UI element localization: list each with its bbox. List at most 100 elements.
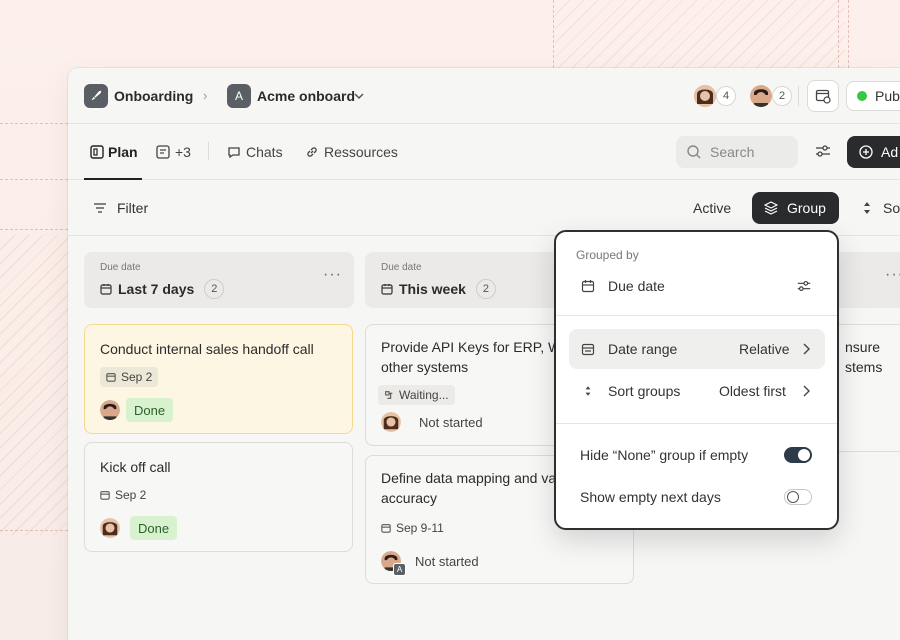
- task-title-line-2: stems: [845, 359, 883, 375]
- tab-label: +3: [175, 144, 191, 160]
- sort-groups-label: Sort groups: [608, 383, 681, 399]
- sort-icon: [585, 386, 591, 396]
- project-name[interactable]: Onboarding: [114, 88, 193, 104]
- task-title: Provide API Keys for ERP, W: [381, 339, 562, 355]
- tab-plan[interactable]: Plan: [90, 124, 138, 180]
- publish-button[interactable]: Pub: [846, 81, 900, 111]
- sort-button[interactable]: Sor: [862, 180, 900, 236]
- group-button[interactable]: Group: [752, 192, 839, 224]
- divider: [556, 423, 837, 424]
- status-badge[interactable]: Done: [126, 398, 174, 422]
- tabs-bar: Plan +3 Chats Ressources Search Ad: [68, 124, 900, 180]
- chevron-right-icon: [803, 343, 810, 355]
- date-range-value: Relative: [739, 341, 790, 357]
- tab-label: Plan: [108, 144, 138, 160]
- task-card[interactable]: Kick off call Sep 2 Done: [84, 442, 353, 552]
- settings-sliders-icon[interactable]: [814, 142, 832, 160]
- search-placeholder: Search: [710, 144, 755, 160]
- preview-button[interactable]: [807, 80, 839, 112]
- calendar-icon: [381, 284, 393, 295]
- status-dot: [857, 91, 867, 101]
- task-title: Define data mapping and val: [381, 470, 560, 486]
- guide-line: [0, 229, 68, 230]
- guide-line: [0, 179, 68, 180]
- plus-circle-icon: [859, 145, 873, 159]
- hide-none-toggle[interactable]: [784, 447, 812, 463]
- column-count: 2: [475, 279, 496, 299]
- avatar-count-badge: 2: [772, 86, 792, 106]
- search-input[interactable]: Search: [676, 136, 798, 168]
- guide-line: [553, 0, 554, 68]
- avatar: [381, 412, 401, 432]
- date-range-row[interactable]: Date range Relative: [556, 329, 837, 369]
- assignee-badge: A: [393, 563, 406, 576]
- column-sub-label: Due date: [381, 262, 422, 273]
- divider: [208, 142, 209, 160]
- calendar-icon: [581, 280, 595, 293]
- column-count: 2: [204, 279, 225, 299]
- show-empty-label: Show empty next days: [580, 489, 721, 505]
- tab-label: Ressources: [324, 144, 398, 160]
- column-title: This week 2: [381, 279, 496, 299]
- show-empty-toggle[interactable]: [784, 489, 812, 505]
- filter-label: Filter: [117, 200, 149, 216]
- publish-label: Pub: [875, 88, 900, 104]
- chevron-down-icon[interactable]: [354, 92, 364, 100]
- column-sub-label: Due date: [100, 262, 141, 273]
- filter-row: Filter Active Group Sor: [68, 180, 900, 236]
- avatar[interactable]: [750, 85, 772, 107]
- more-icon[interactable]: ···: [323, 266, 342, 284]
- guide-line: [848, 0, 849, 68]
- filter-button[interactable]: Filter: [92, 180, 148, 236]
- browser-icon: [815, 89, 831, 104]
- avatar-count-badge: 4: [716, 86, 736, 106]
- grouped-by-select[interactable]: Due date: [556, 274, 837, 298]
- more-icon[interactable]: ···: [885, 266, 900, 284]
- task-title: Kick off call: [100, 459, 171, 475]
- due-date-chip: Sep 2: [100, 367, 159, 387]
- task-card[interactable]: Conduct internal sales handoff call Sep …: [84, 324, 353, 434]
- tab-more[interactable]: +3: [156, 124, 191, 180]
- tab-label: Chats: [246, 144, 283, 160]
- task-title-line-2: other systems: [381, 359, 469, 375]
- hide-none-label: Hide “None” group if empty: [580, 447, 749, 463]
- filter-icon: [94, 203, 106, 213]
- workspace-avatar[interactable]: A: [227, 84, 251, 108]
- breadcrumb-chevron-icon: ›: [203, 88, 208, 103]
- task-title: Conduct internal sales handoff call: [100, 341, 314, 357]
- sort-icon: [864, 202, 870, 214]
- link-icon: [307, 147, 317, 157]
- avatar[interactable]: [694, 85, 716, 107]
- guide-line: [0, 123, 68, 124]
- grouped-by-label: Grouped by: [576, 248, 639, 262]
- task-title-line-2: accuracy: [381, 490, 438, 506]
- status-badge[interactable]: Done: [130, 516, 178, 540]
- calendar-icon: [381, 524, 391, 533]
- sort-label: Sor: [883, 200, 900, 216]
- tab-chats[interactable]: Chats: [227, 124, 283, 180]
- due-date-chip: Sep 9-11: [381, 518, 450, 538]
- calendar-icon: [100, 491, 110, 500]
- top-bar: Onboarding › A Acme onboard 4 2 Pub: [68, 68, 900, 124]
- hide-none-row: Hide “None” group if empty: [556, 444, 837, 466]
- calendar-range-icon: [581, 343, 595, 356]
- settings-sliders-icon[interactable]: [796, 278, 812, 294]
- sort-groups-row[interactable]: Sort groups Oldest first: [556, 371, 837, 411]
- active-toggle[interactable]: Active: [693, 200, 731, 216]
- calendar-icon: [100, 284, 112, 295]
- workspace-name[interactable]: Acme onboard: [257, 88, 355, 104]
- status-badge[interactable]: Not started: [415, 549, 487, 573]
- column-title: Last 7 days 2: [100, 279, 225, 299]
- waiting-tag: Waiting...: [378, 385, 455, 405]
- status-badge[interactable]: Not started: [419, 410, 491, 434]
- group-popover: Grouped by Due date Date range Relative …: [554, 230, 839, 530]
- task-title: nsure: [845, 339, 881, 355]
- rocket-icon[interactable]: [84, 84, 108, 108]
- background-hatch-left: [0, 235, 70, 535]
- guide-line: [0, 530, 68, 531]
- tab-resources[interactable]: Ressources: [305, 124, 398, 180]
- plan-icon: [90, 145, 104, 159]
- add-label: Ad: [881, 144, 899, 160]
- show-empty-row: Show empty next days: [556, 486, 837, 508]
- add-button[interactable]: Ad: [847, 136, 900, 168]
